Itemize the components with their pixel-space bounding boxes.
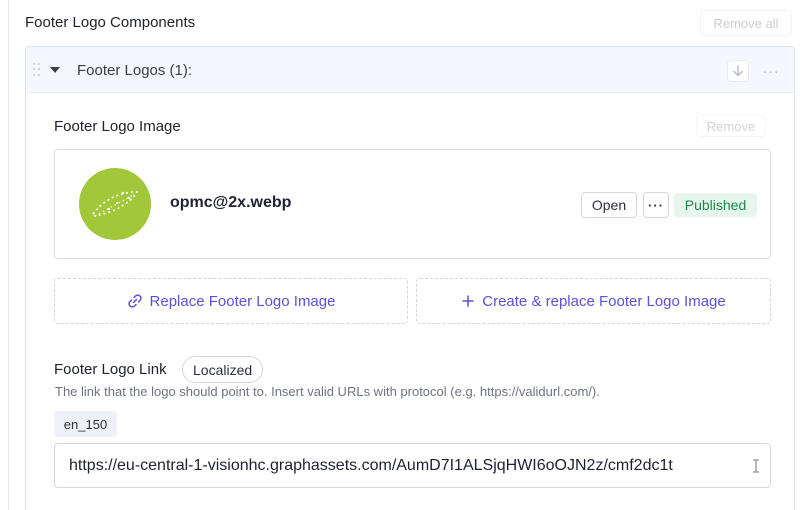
logo-link-title: Footer Logo Link (54, 361, 167, 378)
remove-all-button[interactable]: Remove all (700, 10, 792, 36)
group-more-button[interactable]: ··· (760, 60, 782, 82)
asset-card: opmc@2x.webp Open ··· Published (54, 149, 771, 259)
status-badge: Published (674, 193, 757, 217)
localized-badge: Localized (182, 356, 264, 383)
plus-icon (461, 294, 475, 308)
locale-tag: en_150 (54, 411, 117, 437)
asset-more-button[interactable]: ··· (643, 192, 669, 218)
asset-file-name[interactable]: opmc@2x.webp (170, 194, 291, 212)
move-down-button[interactable] (727, 60, 749, 82)
logo-link-input[interactable] (55, 444, 770, 487)
asset-thumbnail[interactable] (79, 168, 151, 240)
group-header[interactable]: Footer Logos (1): ··· (26, 47, 794, 93)
link-icon (127, 293, 143, 309)
logo-link-help-text: The link that the logo should point to. … (55, 384, 600, 399)
panel-left-border (8, 0, 9, 510)
logo-image-title: Footer Logo Image (54, 118, 181, 135)
replace-image-label: Replace Footer Logo Image (149, 292, 336, 310)
replace-image-button[interactable]: Replace Footer Logo Image (54, 278, 408, 324)
open-asset-button[interactable]: Open (581, 192, 637, 218)
text-cursor-icon (748, 457, 764, 475)
remove-image-button[interactable]: Remove (696, 115, 766, 137)
collapse-caret-icon[interactable] (50, 67, 60, 73)
arrow-down-icon (733, 65, 743, 77)
create-replace-label: Create & replace Footer Logo Image (482, 292, 726, 310)
section-title: Footer Logo Components (25, 14, 196, 31)
footer-logos-group: Footer Logos (1): ··· Footer Logo Image … (25, 46, 795, 510)
group-label: Footer Logos (1): (77, 62, 193, 79)
leaf-logo-icon (91, 191, 139, 217)
create-replace-image-button[interactable]: Create & replace Footer Logo Image (416, 278, 771, 324)
logo-link-input-wrapper (54, 443, 771, 488)
drag-handle-icon[interactable] (33, 63, 41, 77)
